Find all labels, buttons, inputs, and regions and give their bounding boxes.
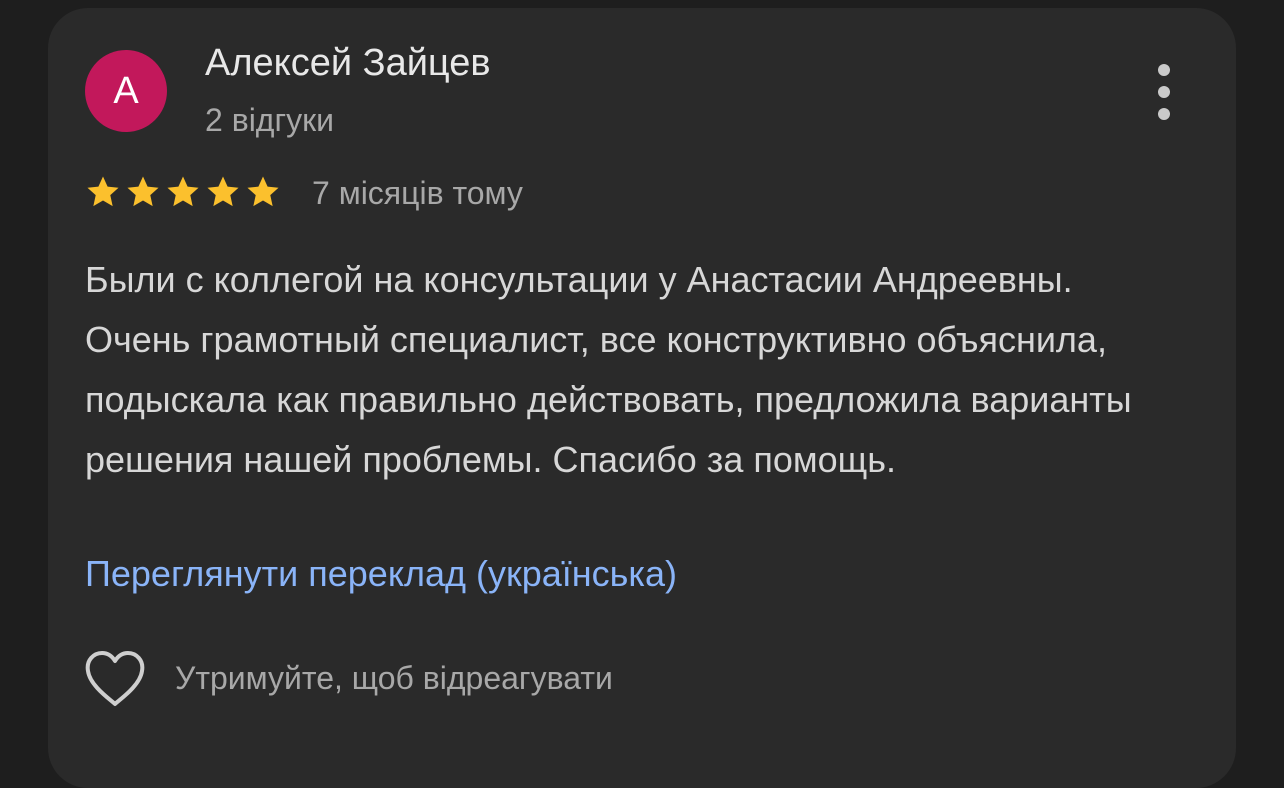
review-text: Были с коллегой на консультации у Анаста… [85, 259, 1132, 480]
star-icon [87, 176, 119, 207]
more-options-button[interactable] [1146, 64, 1182, 120]
more-vert-icon-dot [1158, 108, 1170, 120]
avatar[interactable]: А [85, 50, 167, 132]
review-time: 7 місяців тому [312, 175, 523, 211]
author-name[interactable]: Алексей Зайцев [205, 42, 491, 85]
star-icon [167, 176, 199, 207]
more-vert-icon-dot [1158, 86, 1170, 98]
star-icon [207, 176, 239, 207]
like-button[interactable] [84, 650, 146, 708]
star-icon [127, 176, 159, 207]
more-vert-icon-dot [1158, 64, 1170, 76]
avatar-initial: А [113, 70, 139, 112]
react-hint: Утримуйте, щоб відреагувати [175, 660, 613, 696]
translate-link[interactable]: Переглянути переклад (українська) [85, 553, 677, 595]
star-rating [84, 170, 282, 214]
author-review-count: 2 відгуки [205, 102, 335, 138]
heart-outline-icon [85, 651, 145, 706]
star-icon [247, 176, 279, 207]
